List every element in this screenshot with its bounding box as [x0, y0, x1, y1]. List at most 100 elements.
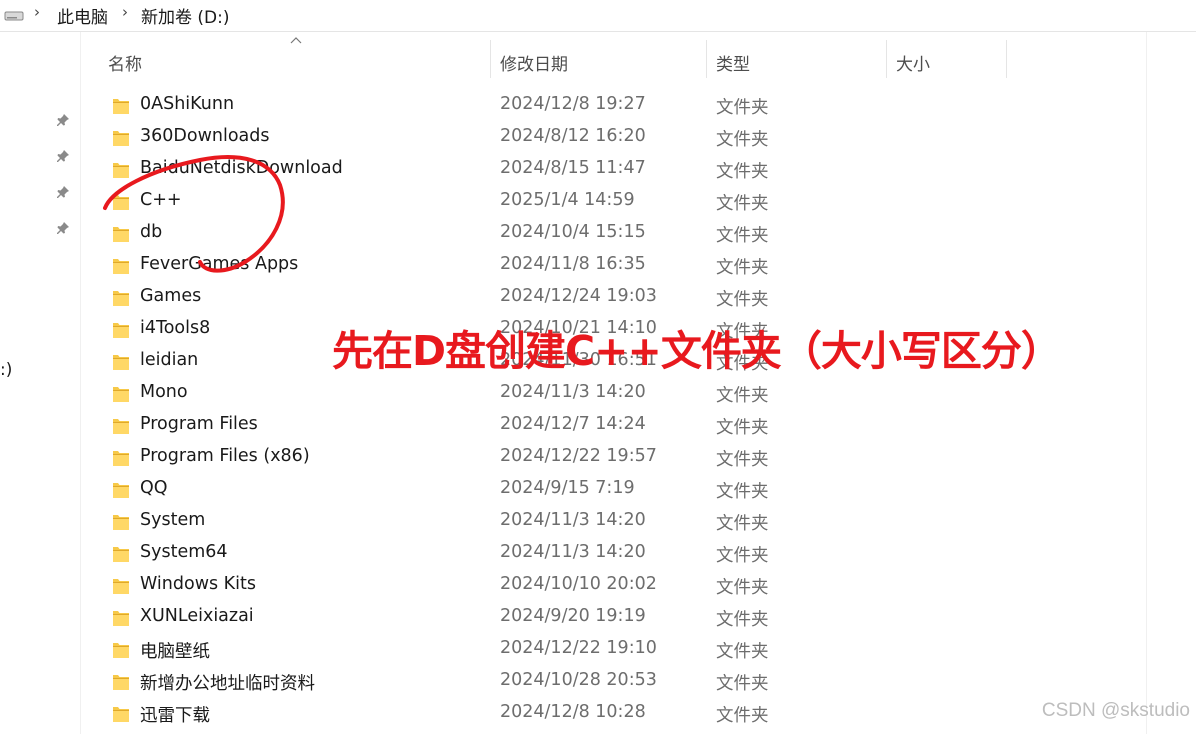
sort-up-icon: [290, 37, 302, 44]
table-row[interactable]: C++ 2025/1/4 14:59 文件夹: [81, 186, 1146, 218]
table-row[interactable]: 新增办公地址临时资料 2024/10/28 20:53 文件夹: [81, 666, 1146, 698]
table-row[interactable]: XUNLeixiazai 2024/9/20 19:19 文件夹: [81, 602, 1146, 634]
table-row[interactable]: FeverGames Apps 2024/11/8 16:35 文件夹: [81, 250, 1146, 282]
file-modified: 2024/12/7 14:24: [500, 414, 646, 434]
table-row[interactable]: 360Downloads 2024/8/12 16:20 文件夹: [81, 122, 1146, 154]
column-header-size[interactable]: 大小: [896, 50, 930, 75]
file-type: 文件夹: [716, 578, 769, 598]
column-divider[interactable]: [886, 40, 887, 78]
file-type: 文件夹: [716, 162, 769, 182]
file-name[interactable]: System64: [140, 542, 228, 562]
folder-icon: [112, 224, 130, 244]
pin-icon[interactable]: [55, 148, 71, 164]
folder-icon: [112, 320, 130, 340]
file-name[interactable]: XUNLeixiazai: [140, 606, 254, 626]
file-name[interactable]: Games: [140, 286, 201, 306]
file-type: 文件夹: [716, 226, 769, 246]
file-modified: 2024/11/3 14:20: [500, 382, 646, 402]
column-divider[interactable]: [490, 40, 491, 78]
file-name[interactable]: 迅雷下载: [140, 702, 210, 727]
breadcrumb-item-this-pc[interactable]: 此电脑: [57, 3, 108, 28]
folder-icon: [112, 96, 130, 116]
chevron-right-icon[interactable]: ›: [122, 3, 128, 21]
column-divider[interactable]: [1006, 40, 1007, 78]
table-row[interactable]: System64 2024/11/3 14:20 文件夹: [81, 538, 1146, 570]
folder-icon: [112, 256, 130, 276]
pin-icon[interactable]: [55, 220, 71, 236]
file-name[interactable]: Program Files: [140, 414, 258, 434]
column-divider[interactable]: [706, 40, 707, 78]
table-row[interactable]: db 2024/10/4 15:15 文件夹: [81, 218, 1146, 250]
file-name[interactable]: FeverGames Apps: [140, 254, 298, 274]
pin-icon[interactable]: [55, 184, 71, 200]
file-type: 文件夹: [716, 450, 769, 470]
table-row[interactable]: Mono 2024/11/3 14:20 文件夹: [81, 378, 1146, 410]
file-name[interactable]: System: [140, 510, 205, 530]
file-type: 文件夹: [716, 418, 769, 438]
table-row[interactable]: Windows Kits 2024/10/10 20:02 文件夹: [81, 570, 1146, 602]
navigation-pane: :): [0, 32, 80, 734]
file-name[interactable]: Mono: [140, 382, 188, 402]
folder-icon: [112, 384, 130, 404]
file-name[interactable]: db: [140, 222, 162, 242]
file-modified: 2024/12/8 10:28: [500, 702, 646, 722]
table-row[interactable]: Program Files (x86) 2024/12/22 19:57 文件夹: [81, 442, 1146, 474]
annotation-text: 先在D盘创建C++文件夹（大小写区分）: [332, 327, 1062, 375]
folder-icon: [112, 192, 130, 212]
pin-icon[interactable]: [55, 112, 71, 128]
file-modified: 2024/12/22 19:10: [500, 638, 657, 658]
folder-icon: [112, 544, 130, 564]
folder-icon: [112, 416, 130, 436]
file-type: 文件夹: [716, 98, 769, 118]
file-modified: 2024/9/20 19:19: [500, 606, 646, 626]
folder-icon: [112, 608, 130, 628]
table-row[interactable]: 电脑壁纸 2024/12/22 19:10 文件夹: [81, 634, 1146, 666]
chevron-right-icon[interactable]: ›: [34, 3, 40, 21]
table-row[interactable]: Program Files 2024/12/7 14:24 文件夹: [81, 410, 1146, 442]
folder-icon: [112, 448, 130, 468]
file-name[interactable]: 电脑壁纸: [140, 638, 210, 663]
column-header-name[interactable]: 名称: [108, 50, 142, 75]
file-type: 文件夹: [716, 386, 769, 406]
nav-item-clipped[interactable]: :): [0, 360, 12, 380]
file-modified: 2024/12/22 19:57: [500, 446, 657, 466]
watermark: CSDN @skstudio: [1041, 700, 1190, 721]
file-modified: 2024/11/8 16:35: [500, 254, 646, 274]
file-name[interactable]: 新增办公地址临时资料: [140, 670, 315, 695]
file-name[interactable]: i4Tools8: [140, 318, 210, 338]
file-modified: 2025/1/4 14:59: [500, 190, 635, 210]
file-type: 文件夹: [716, 546, 769, 566]
file-type: 文件夹: [716, 290, 769, 310]
column-header-row: 名称 修改日期 类型 大小: [81, 32, 1146, 92]
table-row[interactable]: BaiduNetdiskDownload 2024/8/15 11:47 文件夹: [81, 154, 1146, 186]
file-name[interactable]: BaiduNetdiskDownload: [140, 158, 343, 178]
file-name[interactable]: C++: [140, 190, 182, 210]
folder-icon: [112, 160, 130, 180]
file-type: 文件夹: [716, 674, 769, 694]
file-type: 文件夹: [716, 706, 769, 726]
column-header-type[interactable]: 类型: [716, 50, 750, 75]
file-name[interactable]: QQ: [140, 478, 168, 498]
table-row[interactable]: QQ 2024/9/15 7:19 文件夹: [81, 474, 1146, 506]
drive-icon[interactable]: [4, 10, 24, 22]
file-name[interactable]: leidian: [140, 350, 198, 370]
file-modified: 2024/11/3 14:20: [500, 542, 646, 562]
file-name[interactable]: Program Files (x86): [140, 446, 310, 466]
folder-icon: [112, 512, 130, 532]
folder-icon: [112, 576, 130, 596]
file-name[interactable]: 0AShiKunn: [140, 94, 234, 114]
file-type: 文件夹: [716, 130, 769, 150]
table-row[interactable]: 0AShiKunn 2024/12/8 19:27 文件夹: [81, 90, 1146, 122]
table-row[interactable]: System 2024/11/3 14:20 文件夹: [81, 506, 1146, 538]
file-name[interactable]: 360Downloads: [140, 126, 270, 146]
folder-icon: [112, 640, 130, 660]
column-header-modified[interactable]: 修改日期: [500, 50, 568, 75]
file-type: 文件夹: [716, 258, 769, 278]
folder-icon: [112, 352, 130, 372]
breadcrumb-item-drive-d[interactable]: 新加卷 (D:): [141, 3, 230, 28]
table-row[interactable]: Games 2024/12/24 19:03 文件夹: [81, 282, 1146, 314]
table-row[interactable]: 迅雷下载 2024/12/8 10:28 文件夹: [81, 698, 1146, 730]
folder-icon: [112, 480, 130, 500]
file-name[interactable]: Windows Kits: [140, 574, 256, 594]
file-modified: 2024/8/15 11:47: [500, 158, 646, 178]
